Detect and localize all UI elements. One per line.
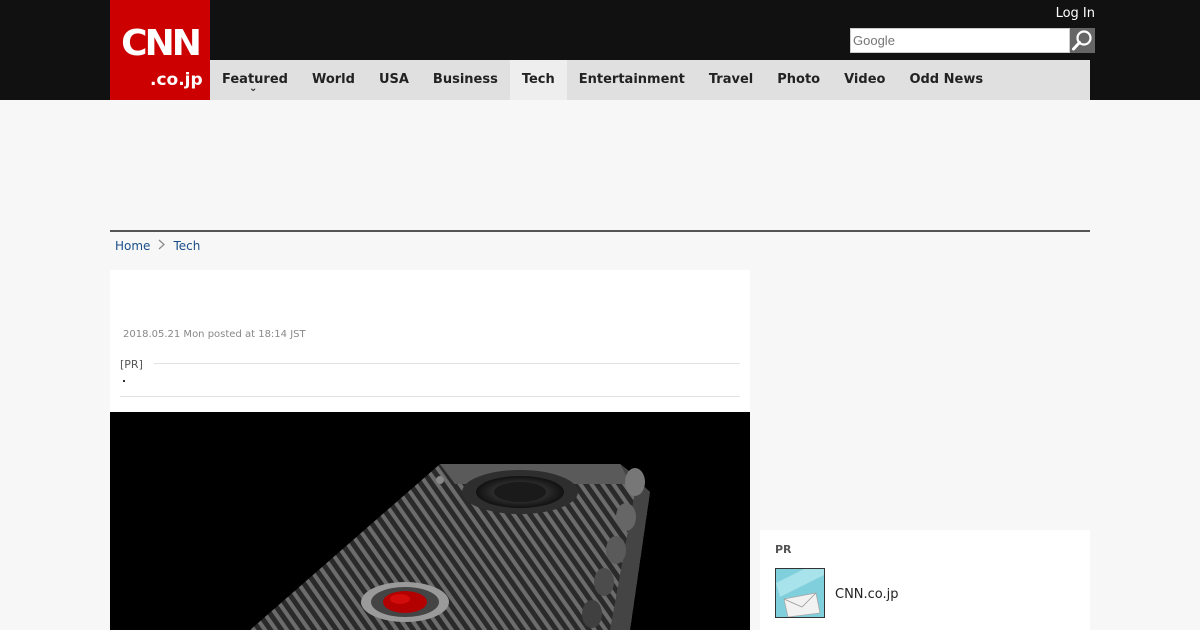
section-divider: [110, 230, 1090, 232]
cnn-logo[interactable]: CNN .co.jp: [110, 0, 210, 100]
main-nav: Featured ⌄ World USA Business Tech Enter…: [210, 60, 1090, 100]
search-input[interactable]: [851, 29, 1069, 52]
nav-item-label: Tech: [521, 72, 555, 87]
search-icon: [1072, 30, 1092, 51]
nav-item-photo[interactable]: Photo: [765, 60, 832, 100]
mail-icon: [776, 569, 824, 617]
nav-item-usa[interactable]: USA: [367, 60, 421, 100]
article-hero-image: [110, 412, 750, 630]
sidebar-pr-title: PR: [775, 543, 792, 556]
sidebar-pr-box: PR CNN.co.jp: [760, 530, 1090, 630]
pr-bullet: [123, 380, 125, 382]
breadcrumb-tech-link[interactable]: Tech: [173, 239, 200, 253]
nav-item-label: Video: [844, 72, 886, 87]
pr-divider: [154, 363, 740, 364]
nav-item-odd-news[interactable]: Odd News: [897, 60, 995, 100]
search-box: [850, 28, 1070, 53]
logo-main-text: CNN: [121, 23, 202, 64]
nav-item-featured[interactable]: Featured ⌄: [210, 60, 300, 100]
chevron-down-icon: ⌄: [248, 83, 258, 94]
nav-item-label: Odd News: [909, 72, 984, 87]
search-button[interactable]: [1070, 28, 1095, 53]
phone-photo: [250, 464, 650, 630]
nav-item-travel[interactable]: Travel: [697, 60, 765, 100]
nav-item-label: USA: [378, 72, 409, 87]
pr-bottom-divider: [120, 396, 740, 397]
nav-item-tech[interactable]: Tech: [509, 60, 567, 100]
nav-item-video[interactable]: Video: [832, 60, 897, 100]
nav-item-world[interactable]: World: [300, 60, 367, 100]
nav-item-business[interactable]: Business: [421, 60, 510, 100]
nav-item-label: Entertainment: [578, 72, 685, 87]
article-date: 2018.05.21 Mon posted at 18:14 JST: [123, 329, 306, 340]
nav-item-label: World: [311, 72, 355, 87]
login-link[interactable]: Log In: [1056, 6, 1095, 21]
article-card: 2018.05.21 Mon posted at 18:14 JST [PR]: [110, 270, 750, 630]
nav-item-label: Photo: [777, 72, 821, 87]
sidebar-pr-link[interactable]: CNN.co.jp: [835, 587, 899, 602]
breadcrumb-home-link[interactable]: Home: [115, 239, 150, 253]
pr-row: [PR]: [120, 358, 740, 372]
nav-item-entertainment[interactable]: Entertainment: [567, 60, 697, 100]
nav-item-label: Travel: [708, 72, 754, 87]
logo-sub-text: .co.jp: [150, 70, 203, 90]
chevron-right-icon: [158, 239, 166, 253]
nav-item-label: Business: [432, 72, 498, 87]
breadcrumb: Home Tech: [115, 238, 200, 254]
sidebar-pr-thumbnail[interactable]: [775, 568, 825, 618]
pr-label: [PR]: [120, 358, 143, 371]
